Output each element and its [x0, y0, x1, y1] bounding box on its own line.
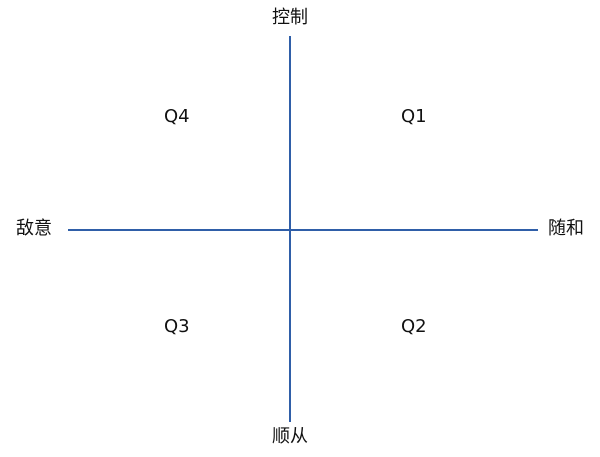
quadrant-label-q3: Q3 — [164, 316, 190, 337]
horizontal-axis-line — [68, 229, 538, 231]
axis-label-right: 随和 — [548, 218, 584, 239]
quadrant-label-q4: Q4 — [164, 106, 190, 127]
quadrant-label-q1: Q1 — [401, 106, 427, 127]
axis-label-top: 控制 — [272, 7, 308, 28]
quadrant-diagram: 控制 顺从 敌意 随和 Q1 Q2 Q3 Q4 — [0, 0, 600, 457]
quadrant-label-q2: Q2 — [401, 316, 427, 337]
axis-label-left: 敌意 — [16, 218, 52, 239]
axis-label-bottom: 顺从 — [272, 426, 308, 447]
